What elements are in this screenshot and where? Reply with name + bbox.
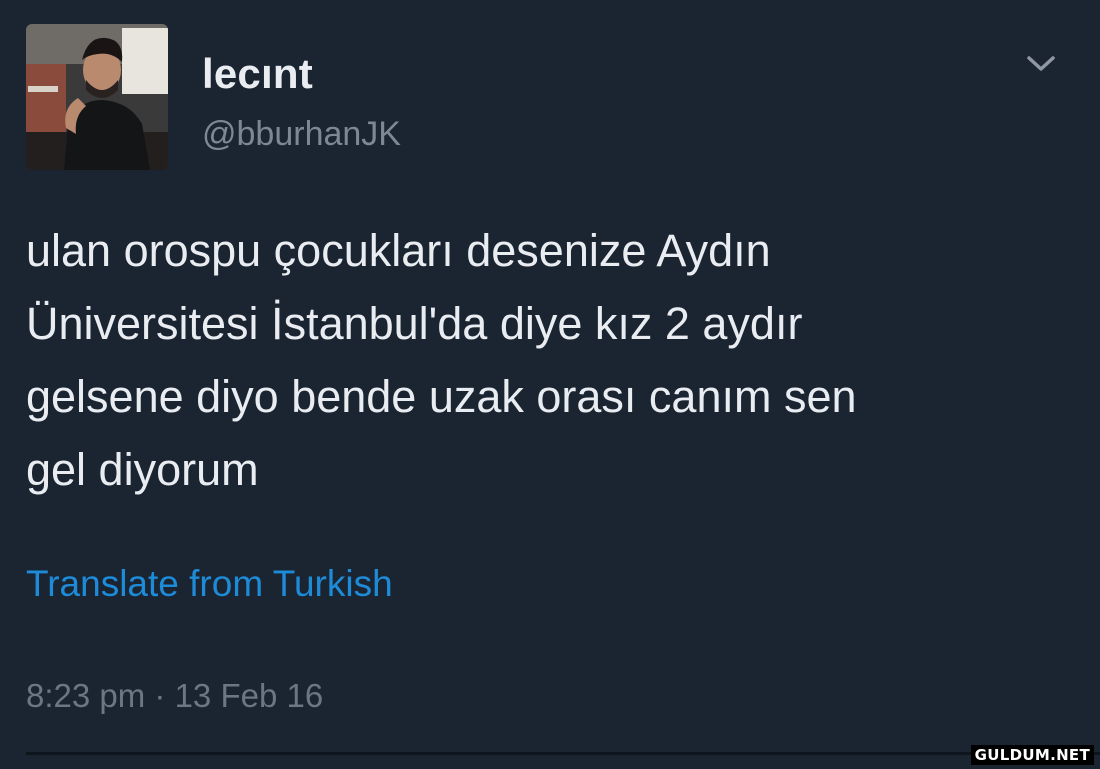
avatar-photo (26, 24, 168, 170)
avatar[interactable] (26, 24, 168, 170)
user-handle[interactable]: @bburhanJK (202, 108, 401, 160)
tweet-timestamp: 8:23 pm · 13 Feb 16 (26, 677, 324, 714)
tweet-card: lecınt @bburhanJK ulan orospu çocukları … (0, 0, 1100, 769)
divider (26, 752, 1100, 755)
display-name[interactable]: lecınt (202, 46, 313, 102)
translate-link[interactable]: Translate from Turkish (26, 558, 393, 610)
tweet-text: ulan orospu çocukları desenize Aydın Üni… (26, 225, 857, 495)
watermark: GULDUM.NET (970, 745, 1094, 765)
chevron-down-icon[interactable] (1024, 52, 1058, 76)
